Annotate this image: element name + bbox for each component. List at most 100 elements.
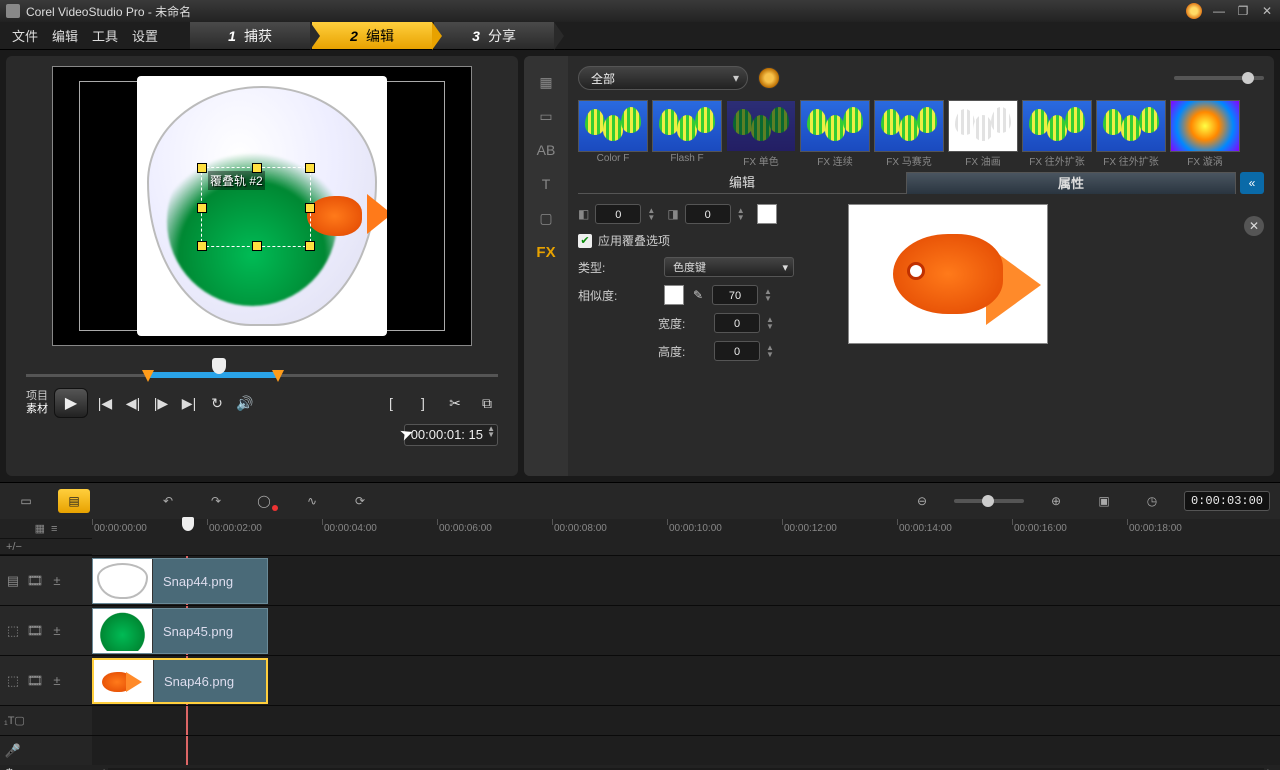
playhead-icon[interactable] bbox=[182, 517, 194, 531]
preview-timecode[interactable]: 00:00:01: 15▲▼ bbox=[404, 424, 498, 446]
track-visibility-icon[interactable]: ⬚ bbox=[4, 673, 22, 689]
anchor-icon[interactable]: ◧ bbox=[578, 207, 589, 221]
add-track-icon[interactable]: +/− bbox=[6, 541, 22, 553]
record-button[interactable]: ◯ bbox=[248, 489, 280, 513]
scrub-playhead[interactable] bbox=[212, 358, 226, 374]
storyboard-view-button[interactable]: ▭ bbox=[10, 489, 42, 513]
preview-scrubber[interactable] bbox=[26, 360, 498, 378]
overlay-track-icon: 🎞 bbox=[26, 623, 44, 639]
next-frame-button[interactable]: |▶ bbox=[150, 392, 172, 414]
overlay-track-1: ⬚🎞 ± Snap45.png bbox=[0, 605, 1280, 655]
overlay-type-dropdown[interactable]: 色度键 bbox=[664, 257, 794, 277]
filter-thumb[interactable]: FX 马赛克 bbox=[874, 100, 944, 168]
timeline-panel: ▭ ▤ ↶ ↷ ◯ ∿ ⟳ ⊖ ⊕ ▣ ◷ 0:00:03:00 ▦ ≡ 00:0… bbox=[0, 482, 1280, 770]
minimize-button[interactable]: — bbox=[1212, 4, 1226, 18]
clip-overlay-1[interactable]: Snap45.png bbox=[92, 608, 268, 654]
color-swatch[interactable] bbox=[757, 204, 777, 224]
media-tab-icon[interactable]: ▦ bbox=[532, 70, 560, 94]
menu-step-row: 文件 编辑 工具 设置 1捕获 2编辑 3分享 bbox=[0, 22, 1280, 50]
filter-thumb[interactable]: FX 往外扩张 bbox=[1022, 100, 1092, 168]
graphic-tab-icon[interactable]: T bbox=[532, 172, 560, 196]
fx-tab-icon[interactable]: FX bbox=[532, 240, 560, 264]
audio-mixer-button[interactable]: ∿ bbox=[296, 489, 328, 513]
anchor2-icon[interactable]: ◨ bbox=[667, 207, 678, 221]
play-button[interactable]: ▶ bbox=[54, 388, 88, 418]
filter-category-dropdown[interactable]: 全部 bbox=[578, 66, 748, 90]
width-input[interactable]: 0 bbox=[714, 313, 760, 333]
undo-button[interactable]: ↶ bbox=[152, 489, 184, 513]
timeline-scrollbar[interactable]: ⚙▾ ◀▶ bbox=[0, 765, 1280, 770]
split-button[interactable]: ✂ bbox=[444, 392, 466, 414]
similarity-input[interactable]: 70 bbox=[712, 285, 758, 305]
track-options-icon[interactable]: ± bbox=[48, 573, 66, 588]
prev-frame-button[interactable]: ◀| bbox=[122, 392, 144, 414]
height-input[interactable]: 0 bbox=[714, 341, 760, 361]
track-options-icon[interactable]: ± bbox=[48, 623, 66, 638]
filter-thumb[interactable]: Flash F bbox=[652, 100, 722, 168]
source-toggle[interactable]: 项目 素材 bbox=[26, 390, 48, 416]
volume-button[interactable]: 🔊 bbox=[234, 392, 256, 414]
filter-thumb[interactable]: FX 连续 bbox=[800, 100, 870, 168]
track-visibility-icon[interactable]: ⬚ bbox=[4, 623, 22, 639]
tab-attributes[interactable]: 属性 bbox=[906, 172, 1236, 194]
menu-file[interactable]: 文件 bbox=[12, 26, 38, 45]
mark-in-button[interactable]: [ bbox=[380, 392, 402, 414]
fit-project-button[interactable]: ▣ bbox=[1088, 489, 1120, 513]
overlay-track-2: ⬚🎞± Snap46.png bbox=[0, 655, 1280, 705]
transition-tab-icon[interactable]: ▭ bbox=[532, 104, 560, 128]
filter-thumbnails: Color F Flash F FX 单色 FX 连续 FX 马赛克 FX 油画… bbox=[578, 100, 1264, 168]
filter-thumb[interactable]: FX 漩涡 bbox=[1170, 100, 1240, 168]
end-button[interactable]: ▶| bbox=[178, 392, 200, 414]
scroll-options-icon[interactable]: ⚙▾ bbox=[4, 766, 21, 770]
auto-music-button[interactable]: ⟳ bbox=[344, 489, 376, 513]
track-toggle2-icon[interactable]: ≡ bbox=[51, 523, 57, 535]
maximize-button[interactable]: ❐ bbox=[1236, 4, 1250, 18]
overlay-selection[interactable] bbox=[201, 167, 311, 247]
tab-edit[interactable]: 编辑 bbox=[578, 172, 906, 194]
pos-y-input[interactable]: 0 bbox=[685, 204, 731, 224]
timeline-view-button[interactable]: ▤ bbox=[58, 489, 90, 513]
step-edit[interactable]: 2编辑 bbox=[312, 22, 432, 49]
mark-out-button[interactable]: ] bbox=[412, 392, 434, 414]
close-button[interactable]: ✕ bbox=[1260, 4, 1274, 18]
project-duration[interactable]: 0:00:03:00 bbox=[1184, 491, 1270, 511]
panel-collapse-button[interactable]: « bbox=[1240, 172, 1264, 194]
repeat-button[interactable]: ↻ bbox=[206, 392, 228, 414]
redo-button[interactable]: ↷ bbox=[200, 489, 232, 513]
zoom-out-button[interactable]: ⊖ bbox=[906, 489, 938, 513]
pos-x-input[interactable]: 0 bbox=[595, 204, 641, 224]
track-options-icon[interactable]: ± bbox=[48, 673, 66, 688]
key-color-swatch[interactable] bbox=[664, 285, 684, 305]
home-button[interactable]: |◀ bbox=[94, 392, 116, 414]
clip-video[interactable]: Snap44.png bbox=[92, 558, 268, 604]
menu-settings[interactable]: 设置 bbox=[132, 26, 158, 45]
filter-thumb[interactable]: FX 单色 bbox=[726, 100, 796, 168]
similarity-label: 相似度: bbox=[578, 287, 628, 304]
preview-frame[interactable]: 覆叠轨 #2 bbox=[52, 66, 472, 346]
panel-close-icon[interactable]: ✕ bbox=[1244, 216, 1264, 236]
clip-overlay-2[interactable]: Snap46.png bbox=[92, 658, 268, 704]
track-toggle-icon[interactable]: ▦ bbox=[35, 522, 45, 535]
project-duration-icon[interactable]: ◷ bbox=[1136, 489, 1168, 513]
corel-guide-icon[interactable] bbox=[1186, 3, 1202, 19]
filter-thumb[interactable]: FX 油画 bbox=[948, 100, 1018, 168]
filter-tab-icon[interactable]: ▢ bbox=[532, 206, 560, 230]
video-track: ▤🎞± Snap44.png bbox=[0, 555, 1280, 605]
zoom-in-button[interactable]: ⊕ bbox=[1040, 489, 1072, 513]
step-share[interactable]: 3分享 bbox=[434, 22, 554, 49]
title-tab-icon[interactable]: AB bbox=[532, 138, 560, 162]
apply-overlay-checkbox[interactable]: ✔ bbox=[578, 234, 592, 248]
time-ruler[interactable]: 00:00:00:0000:00:02:0000:00:04:0000:00:0… bbox=[92, 519, 1280, 539]
menu-tools[interactable]: 工具 bbox=[92, 26, 118, 45]
step-capture[interactable]: 1捕获 bbox=[190, 22, 310, 49]
eyedropper-icon[interactable]: ✎ bbox=[690, 287, 706, 303]
library-options-icon[interactable] bbox=[758, 67, 780, 89]
app-icon bbox=[6, 4, 20, 18]
menu-edit[interactable]: 编辑 bbox=[52, 26, 78, 45]
thumbnail-zoom-slider[interactable] bbox=[1174, 76, 1264, 80]
track-visibility-icon[interactable]: ▤ bbox=[4, 573, 22, 589]
fullscreen-button[interactable]: ⧉ bbox=[476, 392, 498, 414]
timeline-zoom-slider[interactable] bbox=[954, 499, 1024, 503]
filter-thumb[interactable]: Color F bbox=[578, 100, 648, 168]
filter-thumb[interactable]: FX 往外扩张 bbox=[1096, 100, 1166, 168]
